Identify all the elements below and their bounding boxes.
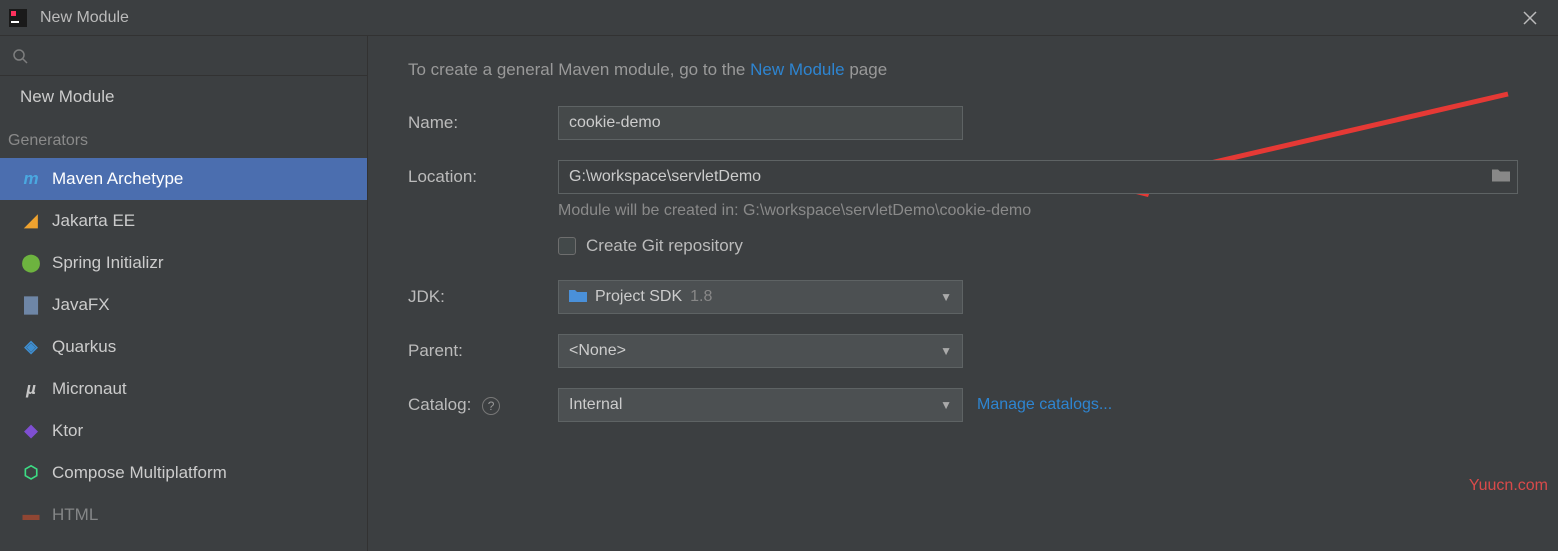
parent-label: Parent: — [408, 341, 558, 361]
git-checkbox-label: Create Git repository — [586, 236, 743, 256]
catalog-select[interactable]: Internal ▼ — [558, 388, 963, 422]
location-label: Location: — [408, 167, 558, 187]
new-module-link[interactable]: New Module — [750, 60, 845, 79]
html-icon: ▬ — [20, 504, 42, 526]
intro-suffix: page — [845, 60, 888, 79]
manage-catalogs-link[interactable]: Manage catalogs... — [977, 396, 1112, 414]
sidebar-item-label: Micronaut — [52, 379, 127, 399]
titlebar: New Module — [0, 0, 1558, 36]
spring-icon: ⬤ — [20, 252, 42, 274]
watermark: Yuucn.com — [1469, 477, 1548, 495]
sidebar-item-compose-multiplatform[interactable]: ⬡ Compose Multiplatform — [0, 452, 367, 494]
main-content: To create a general Maven module, go to … — [368, 36, 1558, 551]
jdk-version: 1.8 — [690, 288, 712, 306]
chevron-down-icon: ▼ — [940, 290, 952, 304]
window-title: New Module — [40, 9, 129, 27]
javafx-icon: ▇ — [20, 294, 42, 316]
jdk-prefix: Project SDK — [595, 288, 682, 306]
catalog-label: Catalog: ? — [408, 395, 558, 415]
intellij-icon — [8, 8, 28, 28]
name-input[interactable] — [558, 106, 963, 140]
sidebar-item-spring-initializr[interactable]: ⬤ Spring Initializr — [0, 242, 367, 284]
parent-select[interactable]: <None> ▼ — [558, 334, 963, 368]
parent-value: <None> — [569, 342, 626, 360]
catalog-label-text: Catalog: — [408, 395, 471, 414]
catalog-value: Internal — [569, 396, 622, 414]
search-icon — [12, 48, 28, 64]
creation-path-hint: Module will be created in: G:\workspace\… — [558, 202, 1518, 220]
sidebar-item-maven-archetype[interactable]: m Maven Archetype — [0, 158, 367, 200]
search-row[interactable] — [0, 36, 367, 76]
sidebar-item-label: HTML — [52, 505, 98, 525]
sidebar-item-ktor[interactable]: ◆ Ktor — [0, 410, 367, 452]
sidebar-item-label: Ktor — [52, 421, 83, 441]
close-button[interactable] — [1510, 0, 1550, 36]
location-input[interactable] — [558, 160, 1518, 194]
ktor-icon: ◆ — [20, 420, 42, 442]
sidebar-item-label: Compose Multiplatform — [52, 463, 227, 483]
intro-text: To create a general Maven module, go to … — [408, 60, 1518, 80]
sidebar-item-jakarta-ee[interactable]: ◢ Jakarta EE — [0, 200, 367, 242]
sidebar-item-label: JavaFX — [52, 295, 110, 315]
sidebar-item-new-module[interactable]: New Module — [0, 76, 367, 118]
sidebar-item-javafx[interactable]: ▇ JavaFX — [0, 284, 367, 326]
sidebar-item-label: Jakarta EE — [52, 211, 135, 231]
folder-icon — [569, 288, 587, 307]
git-checkbox[interactable] — [558, 237, 576, 255]
sidebar-item-micronaut[interactable]: µ Micronaut — [0, 368, 367, 410]
compose-icon: ⬡ — [20, 462, 42, 484]
micronaut-icon: µ — [20, 378, 42, 400]
maven-icon: m — [20, 168, 42, 190]
jdk-select[interactable]: Project SDK 1.8 ▼ — [558, 280, 963, 314]
sidebar: New Module Generators m Maven Archetype … — [0, 36, 368, 551]
jakarta-icon: ◢ — [20, 210, 42, 232]
sidebar-item-label: Quarkus — [52, 337, 116, 357]
intro-prefix: To create a general Maven module, go to … — [408, 60, 750, 79]
browse-folder-icon[interactable] — [1492, 168, 1510, 187]
sidebar-item-label: New Module — [20, 87, 115, 107]
jdk-label: JDK: — [408, 287, 558, 307]
sidebar-item-label: Maven Archetype — [52, 169, 183, 189]
generators-header: Generators — [0, 118, 367, 158]
name-label: Name: — [408, 113, 558, 133]
help-icon[interactable]: ? — [482, 397, 500, 415]
chevron-down-icon: ▼ — [940, 344, 952, 358]
quarkus-icon: ◈ — [20, 336, 42, 358]
sidebar-item-quarkus[interactable]: ◈ Quarkus — [0, 326, 367, 368]
chevron-down-icon: ▼ — [940, 398, 952, 412]
sidebar-item-html[interactable]: ▬ HTML — [0, 494, 367, 536]
sidebar-item-label: Spring Initializr — [52, 253, 164, 273]
